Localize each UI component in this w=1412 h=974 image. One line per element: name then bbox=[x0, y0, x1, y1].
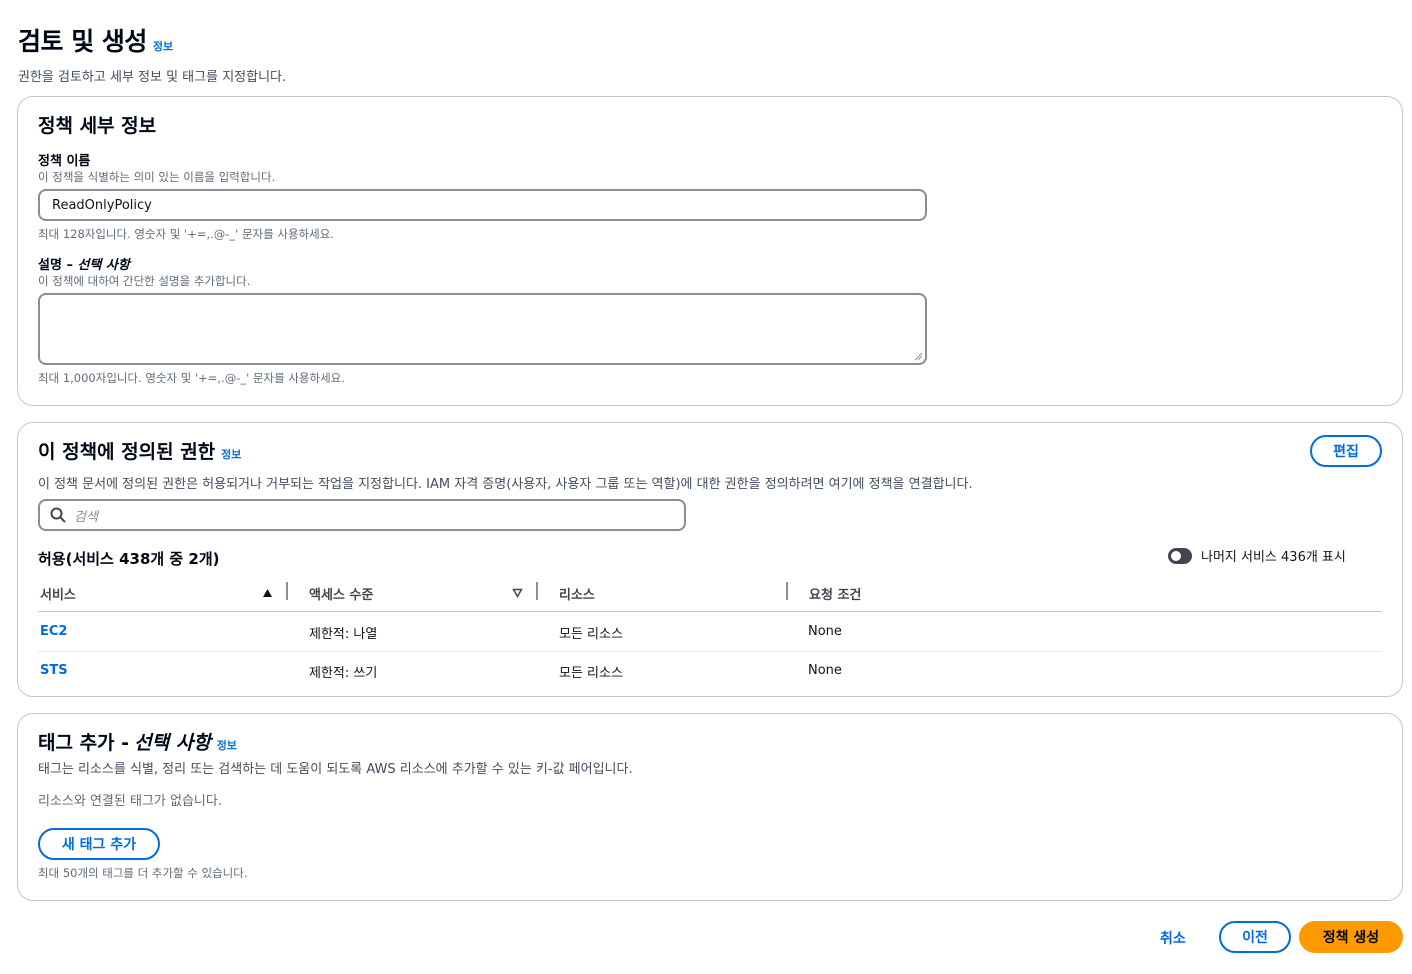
permissions-header: 이 정책에 정의된 권한 정보 bbox=[38, 437, 241, 464]
column-header-request-condition[interactable]: 요청 조건 bbox=[809, 584, 861, 603]
tags-title: 태그 추가 - bbox=[38, 732, 130, 754]
table-header-divider bbox=[38, 611, 1382, 612]
policy-name-description: 이 정책을 식별하는 의미 있는 이름을 입력합니다. bbox=[38, 170, 276, 184]
create-policy-button[interactable]: 정책 생성 bbox=[1299, 921, 1403, 953]
tags-description: 태그는 리소스를 식별, 정리 또는 검색하는 데 도움이 되도록 AWS 리소… bbox=[38, 762, 633, 777]
description-label: 설명 – 선택 사항 bbox=[38, 254, 130, 273]
column-header-resource[interactable]: 리소스 bbox=[559, 584, 595, 603]
table-cell-service[interactable]: EC2 bbox=[40, 624, 67, 639]
table-cell-service[interactable]: STS bbox=[40, 663, 68, 678]
table-cell-resource: 모든 리소스 bbox=[559, 627, 623, 642]
policy-name-label: 정책 이름 bbox=[38, 154, 91, 169]
policy-name-value: ReadOnlyPolicy bbox=[52, 197, 152, 213]
page-header: 검토 및 생성 정보 권한을 검토하고 세부 정보 및 태그를 지정합니다. bbox=[18, 22, 286, 85]
table-row-divider bbox=[38, 651, 1382, 652]
description-textarea[interactable] bbox=[38, 293, 927, 365]
allowed-services-title: 허용(서비스 438개 중 2개) bbox=[38, 550, 220, 568]
table-cell-condition: None bbox=[808, 624, 842, 639]
search-icon bbox=[50, 507, 66, 523]
page-info-link[interactable]: 정보 bbox=[153, 40, 173, 53]
policy-name-hint: 최대 128자입니다. 영숫자 및 '+=,.@-_' 문자를 사용하세요. bbox=[38, 227, 334, 241]
column-separator[interactable] bbox=[536, 582, 538, 600]
sort-descending-icon[interactable] bbox=[512, 588, 523, 598]
show-remaining-toggle[interactable] bbox=[1168, 547, 1192, 564]
tags-info-link[interactable]: 정보 bbox=[217, 739, 237, 752]
add-tag-button[interactable]: 새 태그 추가 bbox=[38, 828, 160, 860]
permissions-description: 이 정책 문서에 정의된 권한은 허용되거나 거부되는 작업을 지정합니다. I… bbox=[38, 477, 973, 492]
policy-name-input[interactable]: ReadOnlyPolicy bbox=[38, 189, 927, 221]
policy-details-title: 정책 세부 정보 bbox=[38, 115, 157, 137]
tags-optional: 선택 사항 bbox=[134, 732, 211, 754]
permissions-search-input[interactable]: 검색 bbox=[38, 499, 686, 531]
previous-button[interactable]: 이전 bbox=[1219, 921, 1291, 953]
cancel-button[interactable]: 취소 bbox=[1160, 928, 1186, 948]
permissions-title: 이 정책에 정의된 권한 bbox=[38, 441, 216, 463]
permissions-info-link[interactable]: 정보 bbox=[221, 448, 241, 461]
column-separator[interactable] bbox=[286, 582, 288, 600]
show-remaining-label: 나머지 서비스 436개 표시 bbox=[1201, 550, 1346, 565]
page-description: 권한을 검토하고 세부 정보 및 태그를 지정합니다. bbox=[18, 70, 287, 85]
sort-ascending-icon[interactable] bbox=[262, 588, 273, 598]
table-cell-condition: None bbox=[808, 663, 842, 678]
edit-button[interactable]: 편집 bbox=[1310, 435, 1382, 467]
description-optional: 선택 사항 bbox=[77, 258, 130, 273]
description-label-text: 설명 – bbox=[38, 258, 73, 273]
table-cell-resource: 모든 리소스 bbox=[559, 666, 623, 681]
description-help: 이 정책에 대하여 간단한 설명을 추가합니다. bbox=[38, 274, 251, 288]
tags-hint: 최대 50개의 태그를 더 추가할 수 있습니다. bbox=[38, 866, 248, 880]
tags-header: 태그 추가 - 선택 사항 정보 bbox=[38, 728, 237, 755]
page-title: 검토 및 생성 bbox=[18, 27, 147, 56]
column-separator[interactable] bbox=[786, 582, 788, 600]
description-hint: 최대 1,000자입니다. 영숫자 및 '+=,.@-_' 문자를 사용하세요. bbox=[38, 371, 345, 385]
search-placeholder: 검색 bbox=[74, 509, 98, 525]
column-header-access-level[interactable]: 액세스 수준 bbox=[309, 584, 373, 603]
tags-empty-message: 리소스와 연결된 태그가 없습니다. bbox=[38, 794, 222, 809]
resize-grip-icon[interactable] bbox=[913, 351, 923, 361]
table-cell-access: 제한적: 나열 bbox=[309, 627, 378, 642]
table-cell-access: 제한적: 쓰기 bbox=[309, 666, 378, 681]
column-header-service[interactable]: 서비스 bbox=[40, 584, 76, 603]
show-remaining-toggle-row: 나머지 서비스 436개 표시 bbox=[1168, 546, 1346, 565]
